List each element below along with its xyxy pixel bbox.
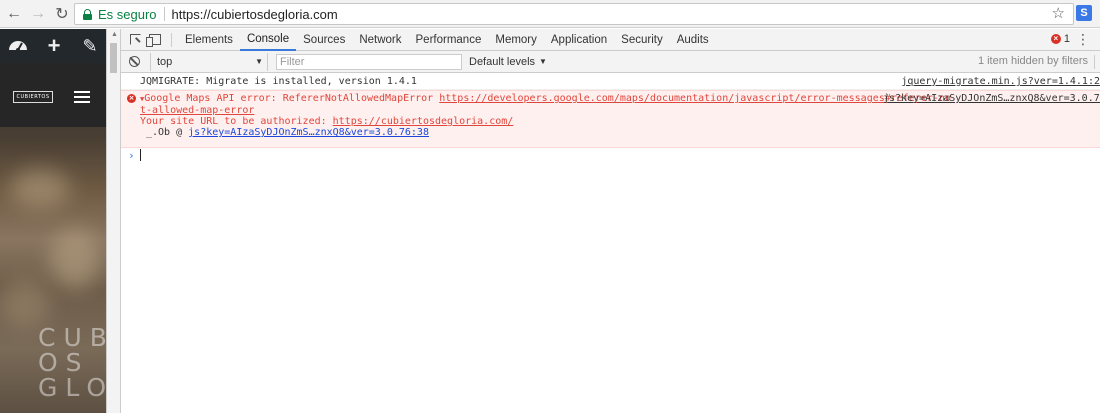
site-logo[interactable]: CUBIERTOS <box>13 91 53 103</box>
error-line: Your site URL to be authorized: https://… <box>140 116 1100 127</box>
star-icon[interactable]: ☆ <box>1052 4 1065 24</box>
error-counter[interactable]: × 1 <box>1050 33 1070 45</box>
lock-icon <box>83 8 92 20</box>
error-doc-link[interactable]: https://developers.google.com/maps/docum… <box>439 93 951 104</box>
background-blur <box>50 229 100 289</box>
filterbar-divider <box>1094 55 1095 69</box>
console-filterbar: top ▼ Filter Default levels ▼ 1 item hid… <box>121 51 1100 73</box>
address-bar[interactable]: Es seguro https://cubiertosdegloria.com … <box>74 3 1074 25</box>
tab-elements[interactable]: Elements <box>178 29 240 51</box>
log-levels-dropdown[interactable]: Default levels ▼ <box>469 56 547 68</box>
text-cursor <box>140 149 141 161</box>
log-levels-label: Default levels <box>469 55 536 68</box>
hidden-items-info: 1 item hidden by filters <box>977 55 1088 67</box>
dashboard-icon[interactable] <box>6 34 30 58</box>
stack-function: _.Ob @ <box>146 127 189 138</box>
log-text: JQMIGRATE: Migrate is installed, version… <box>140 76 417 87</box>
filter-input[interactable]: Filter <box>276 53 462 70</box>
tab-performance[interactable]: Performance <box>409 29 489 51</box>
error-icon: × <box>1050 34 1061 44</box>
console-prompt[interactable]: › <box>121 148 1100 164</box>
dropdown-caret-icon: ▼ <box>255 57 263 66</box>
console-log-message: JQMIGRATE: Migrate is installed, version… <box>121 73 1100 90</box>
scroll-up-icon[interactable]: ▲ <box>111 31 118 38</box>
more-options-icon[interactable]: ⋮ <box>1076 32 1090 46</box>
forward-arrow-icon[interactable]: → <box>28 4 48 24</box>
inspect-element-icon[interactable] <box>125 30 145 50</box>
url-text[interactable]: https://cubiertosdegloria.com <box>172 7 338 22</box>
devtools-splitter[interactable]: ▲ <box>106 29 121 413</box>
hero-line: CUBI <box>38 323 106 352</box>
tab-audits[interactable]: Audits <box>670 29 716 51</box>
back-arrow-icon[interactable]: ← <box>4 4 24 24</box>
plus-icon[interactable]: + <box>42 34 66 58</box>
error-prefix: Google Maps API error: RefererNotAllowed… <box>144 93 440 104</box>
console-error-message: × ▼Google Maps API error: RefererNotAllo… <box>121 90 1100 148</box>
error-doc-link-cont[interactable]: t-allowed-map-error <box>140 105 254 116</box>
hero-line: OS <box>38 348 90 377</box>
stack-frame: _.Ob @ js?key=AIzaSyDJOnZmS…znxQ8&ver=3.… <box>140 127 1100 138</box>
tab-divider <box>171 32 172 47</box>
reload-icon[interactable]: ↻ <box>52 4 72 24</box>
tab-application[interactable]: Application <box>544 29 614 51</box>
error-count: 1 <box>1063 33 1070 45</box>
error-line: t-allowed-map-error <box>140 105 1100 116</box>
edit-icon[interactable]: ✎ <box>78 34 102 58</box>
error-icon: × <box>127 94 136 103</box>
stack-source-link[interactable]: js?key=AIzaSyDJOnZmS…znxQ8&ver=3.0.76:38 <box>188 127 429 138</box>
scrollbar-thumb[interactable] <box>110 43 117 73</box>
context-value: top <box>157 55 173 68</box>
browser-toolbar: ← → ↻ Es seguro https://cubiertosdeglori… <box>0 0 1100 28</box>
background-blur <box>10 169 70 209</box>
context-selector[interactable]: top ▼ <box>150 52 268 71</box>
clear-console-icon[interactable] <box>129 56 140 67</box>
website-viewport: + ✎ CUBIERTOS CUBI OS GLO <box>0 29 106 413</box>
wp-admin-bar: + ✎ <box>0 29 106 63</box>
extension-icon[interactable]: S <box>1076 5 1092 21</box>
tab-memory[interactable]: Memory <box>488 29 544 51</box>
prompt-arrow-icon: › <box>128 149 135 162</box>
site-header: CUBIERTOS <box>0 63 106 127</box>
tab-console[interactable]: Console <box>239 29 297 51</box>
site-url-label: Your site URL to be authorized: <box>140 116 333 127</box>
tab-sources[interactable]: Sources <box>296 29 352 51</box>
tab-security[interactable]: Security <box>614 29 670 51</box>
console-output: JQMIGRATE: Migrate is installed, version… <box>121 73 1100 413</box>
tab-network[interactable]: Network <box>352 29 408 51</box>
error-source-link[interactable]: js?key=AIzaSyDJOnZmS…znxQ8&ver=3.0.76:38 <box>883 93 1100 104</box>
extension-letter: S <box>1080 7 1088 19</box>
hero-title: CUBI OS GLO <box>38 325 106 400</box>
omnibox-divider <box>163 7 165 21</box>
secure-label: Es seguro <box>98 6 157 22</box>
menu-icon[interactable] <box>74 91 90 103</box>
devtools-tabbar: Elements Console Sources Network Perform… <box>121 29 1100 51</box>
device-toolbar-icon[interactable] <box>145 30 165 50</box>
hero-line: GLO <box>38 373 106 402</box>
site-url-link[interactable]: https://cubiertosdegloria.com/ <box>333 116 514 127</box>
background-blur <box>0 279 50 329</box>
log-source-link[interactable]: jquery-migrate.min.js?ver=1.4.1:2 <box>901 76 1100 88</box>
dropdown-caret-icon: ▼ <box>539 57 547 66</box>
